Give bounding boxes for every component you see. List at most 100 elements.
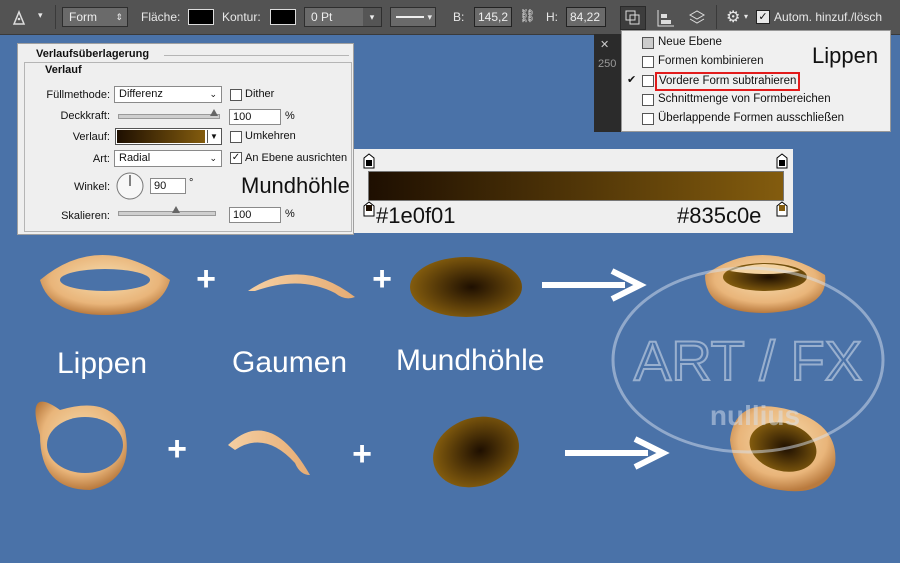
- menu-item-subtract[interactable]: ✔ Vordere Form subtrahieren: [622, 71, 890, 91]
- lippen-caption: Lippen: [812, 43, 879, 68]
- opacity-stop-left[interactable]: [363, 153, 375, 169]
- group-title: Verlauf: [42, 64, 85, 76]
- blend-mode-value: Differenz: [119, 88, 163, 100]
- height-field[interactable]: 84,22: [566, 7, 606, 27]
- mouth-cavity-shape-open: [433, 416, 519, 488]
- subtract-front-shape-icon: [642, 75, 654, 87]
- caption-gaumen: Gaumen: [232, 346, 348, 379]
- plus-sign: +: [372, 260, 392, 298]
- align-with-layer-checkbox[interactable]: ✓: [230, 152, 242, 164]
- style-value: Radial: [119, 152, 151, 164]
- gradient-preview: [117, 130, 205, 143]
- path-alignment-icon[interactable]: [655, 8, 677, 28]
- close-icon[interactable]: ✕: [600, 38, 609, 51]
- stroke-swatch[interactable]: [270, 9, 296, 25]
- gradient-overlay-dialog: Verlaufsüberlagerung Verlauf Füllmethode…: [17, 43, 354, 235]
- auto-add-label: Autom. hinzuf./lösch: [774, 10, 883, 24]
- scale-field[interactable]: 100: [229, 207, 281, 223]
- ruler-number: 250: [598, 58, 617, 70]
- link-icon[interactable]: ⛓: [519, 8, 536, 24]
- caption-mundhoehle: Mundhöhle: [396, 344, 545, 377]
- chevron-down-icon[interactable]: ▼: [207, 130, 220, 143]
- opacity-unit: %: [285, 110, 295, 122]
- height-value: 84,22: [570, 10, 601, 24]
- reverse-checkbox[interactable]: [230, 131, 242, 143]
- chevron-down-icon: ▾: [427, 12, 432, 22]
- blend-mode-label: Füllmethode:: [46, 89, 110, 101]
- dialog-title: Verlaufsüberlagerung: [36, 48, 150, 60]
- plus-sign: +: [352, 435, 372, 473]
- width-field[interactable]: 145,2: [474, 7, 512, 27]
- opacity-field[interactable]: 100: [229, 109, 281, 125]
- style-label: Art:: [92, 153, 110, 165]
- blend-mode-select[interactable]: Differenz ⌄: [114, 86, 222, 103]
- scale-unit: %: [285, 208, 295, 220]
- gradient-picker[interactable]: ▼: [115, 128, 222, 145]
- angle-dial[interactable]: [115, 171, 145, 201]
- divider: [716, 5, 717, 29]
- gear-icon[interactable]: ⚙: [726, 7, 740, 27]
- dither-checkbox[interactable]: [230, 89, 242, 101]
- path-operations-button[interactable]: [620, 6, 646, 30]
- menu-item-exclude[interactable]: Überlappende Formen ausschließen: [622, 109, 890, 128]
- intersect-shapes-icon: [642, 94, 654, 106]
- menu-item-intersect[interactable]: Schnittmenge von Formbereichen: [622, 90, 890, 109]
- arrow-icon: [565, 436, 670, 470]
- fill-label: Fläche:: [141, 10, 181, 24]
- align-with-layer-label: An Ebene ausrichten: [245, 152, 348, 164]
- mode-select[interactable]: Form ⇕: [62, 7, 128, 27]
- angle-field[interactable]: 90: [150, 178, 186, 194]
- caption-lippen: Lippen: [57, 347, 148, 380]
- gradient-title: Mundhöhle: [241, 173, 350, 198]
- stroke-type-select[interactable]: ▾: [390, 7, 436, 27]
- plus-sign: +: [167, 430, 187, 468]
- dither-label: Dither: [245, 88, 275, 100]
- scale-slider-handle[interactable]: [171, 206, 180, 213]
- color-stop-right[interactable]: [776, 201, 788, 217]
- color-stop-left[interactable]: [363, 201, 375, 217]
- lips-shape-open: [35, 401, 127, 490]
- divider: [55, 5, 56, 29]
- b-label: B:: [453, 10, 465, 24]
- path-operations-menu: Neue Ebene Formen kombinieren ✔ Vordere …: [621, 30, 891, 132]
- opacity-stop-right[interactable]: [776, 153, 788, 169]
- start-color-label: #1e0f01: [376, 203, 456, 228]
- mouth-cavity-shape: [410, 257, 522, 317]
- auto-add-checkbox[interactable]: ✓: [756, 10, 770, 24]
- scale-label: Skalieren:: [61, 210, 110, 222]
- angle-value: 90: [154, 180, 167, 192]
- style-select[interactable]: Radial ⌄: [114, 150, 222, 167]
- angle-unit: °: [189, 177, 194, 189]
- updown-icon: ⇕: [115, 12, 123, 22]
- pen-tool-icon[interactable]: [10, 8, 32, 26]
- panel-strip: ✕ 250: [594, 34, 622, 132]
- width-value: 145,2: [478, 10, 509, 24]
- reverse-label: Umkehren: [245, 130, 296, 142]
- chevron-down-icon[interactable]: ▾: [744, 12, 748, 21]
- fill-swatch[interactable]: [188, 9, 214, 25]
- stroke-line-preview: [396, 16, 424, 18]
- palate-shape-open: [228, 430, 310, 475]
- new-layer-icon: [642, 37, 654, 49]
- path-arrangement-icon[interactable]: [686, 7, 708, 27]
- opacity-slider-handle[interactable]: [210, 109, 218, 116]
- watermark-text: ART / FX: [634, 329, 862, 392]
- chevron-down-icon[interactable]: ▾: [38, 10, 43, 21]
- chevron-down-icon[interactable]: ▾: [363, 8, 381, 26]
- scale-slider[interactable]: [118, 211, 216, 216]
- highlight-box: Vordere Form subtrahieren: [655, 72, 801, 91]
- result-mouth-shape: [705, 255, 826, 313]
- stroke-label: Kontur:: [222, 10, 261, 24]
- watermark-subtext: nullius: [710, 400, 800, 431]
- h-label: H:: [546, 10, 558, 24]
- arrow-icon: [542, 268, 647, 302]
- opacity-label: Deckkraft:: [60, 110, 110, 122]
- opacity-value: 100: [233, 111, 252, 123]
- opacity-slider[interactable]: [118, 114, 220, 119]
- gradient-bar[interactable]: [368, 171, 784, 201]
- gradient-label: Verlauf:: [72, 131, 110, 143]
- stroke-width-value: 0 Pt: [311, 10, 333, 24]
- combine-shapes-icon: [642, 56, 654, 68]
- chevron-down-icon: ⌄: [209, 153, 217, 163]
- stroke-width-field[interactable]: 0 Pt ▾: [304, 7, 382, 27]
